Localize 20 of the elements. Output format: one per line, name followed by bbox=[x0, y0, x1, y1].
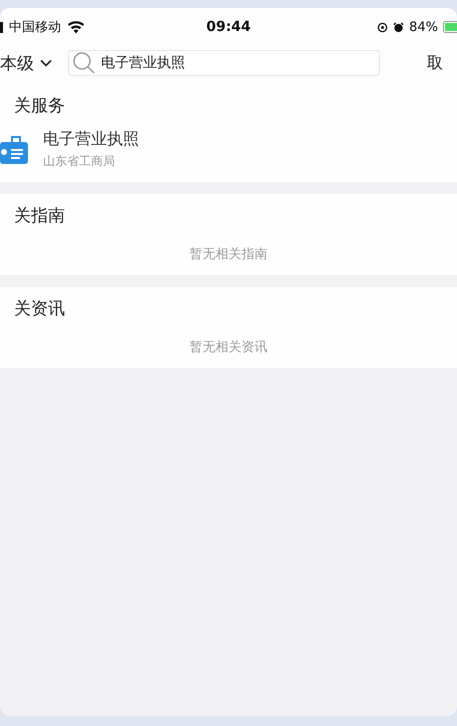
scope-dropdown[interactable]: 本级 bbox=[0, 52, 52, 74]
battery-percentage: 84% bbox=[409, 20, 438, 34]
service-name: 电子营业执照 bbox=[43, 129, 139, 150]
empty-message: 暂无相关指南 bbox=[188, 246, 268, 263]
chevron-down-icon bbox=[40, 59, 52, 67]
carrier-name: 中国移动 bbox=[9, 19, 61, 36]
section-title: 关指南 bbox=[14, 205, 66, 227]
status-time: 09:44 bbox=[206, 19, 251, 35]
section-title: 关服务 bbox=[14, 95, 66, 117]
alarm-icon bbox=[393, 22, 404, 32]
search-icon bbox=[71, 51, 97, 75]
wifi-icon bbox=[67, 20, 85, 34]
battery-icon bbox=[443, 21, 457, 33]
cancel-button[interactable]: 取 bbox=[427, 52, 457, 74]
service-provider: 山东省工商局 bbox=[43, 153, 116, 170]
empty-message: 暂无相关资讯 bbox=[188, 339, 268, 356]
search-field[interactable]: 电子营业执照 bbox=[68, 50, 380, 76]
service-item[interactable]: 电子营业执照 山东省工商局 bbox=[0, 129, 457, 170]
section-title: 关资讯 bbox=[14, 298, 66, 320]
search-query: 电子营业执照 bbox=[101, 54, 185, 72]
